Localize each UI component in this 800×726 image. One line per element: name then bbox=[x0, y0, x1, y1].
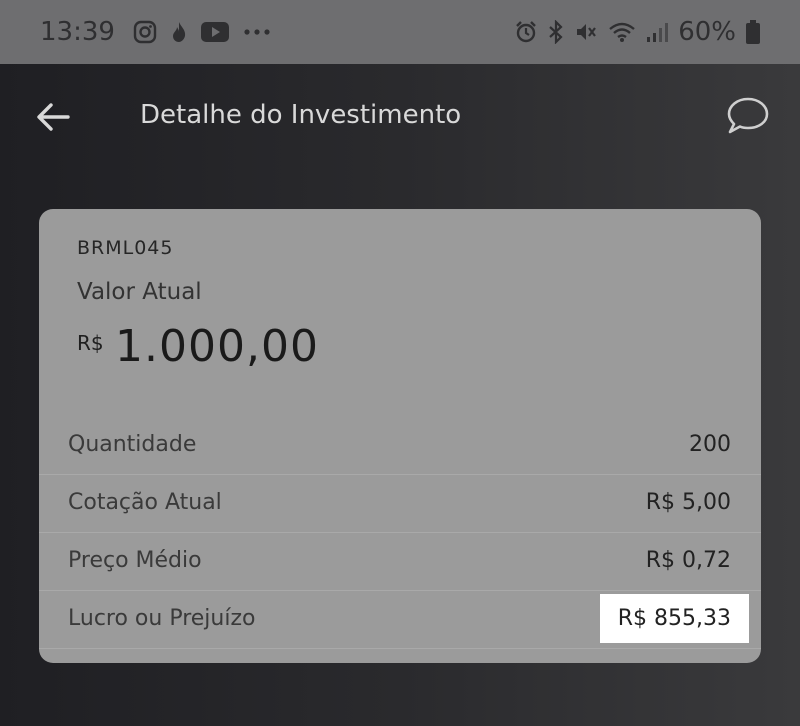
status-bar: 13:39 60% bbox=[0, 0, 800, 64]
bluetooth-icon bbox=[548, 20, 564, 44]
row-value: R$ 5,00 bbox=[645, 490, 731, 515]
status-left-icons bbox=[133, 20, 271, 44]
battery-percent: 60% bbox=[678, 17, 736, 47]
battery-icon bbox=[746, 20, 760, 44]
currency-symbol: R$ bbox=[77, 331, 104, 355]
instagram-icon bbox=[133, 20, 157, 44]
signal-icon bbox=[646, 21, 669, 43]
row-value: 200 bbox=[689, 432, 731, 457]
row-label: Quantidade bbox=[68, 432, 197, 457]
row-quantidade: Quantidade 200 bbox=[39, 417, 761, 475]
chat-bubble-icon bbox=[726, 96, 770, 136]
mute-icon bbox=[574, 20, 598, 44]
arrow-left-icon bbox=[36, 102, 70, 132]
row-lucro-prejuizo: Lucro ou Prejuízo R$ 855,33 bbox=[39, 591, 761, 649]
back-button[interactable] bbox=[30, 94, 76, 140]
profit-loss-value: R$ 855,33 bbox=[599, 594, 749, 643]
youtube-icon bbox=[200, 22, 229, 42]
current-value-label: Valor Atual bbox=[77, 279, 202, 305]
row-label: Preço Médio bbox=[68, 548, 202, 573]
flame-icon bbox=[171, 21, 187, 43]
status-time: 13:39 bbox=[40, 17, 115, 47]
row-value: R$ 0,72 bbox=[645, 548, 731, 573]
current-value: 1.000,00 bbox=[115, 321, 319, 372]
app-bar: Detalhe do Investimento bbox=[0, 64, 800, 174]
wifi-icon bbox=[608, 21, 636, 43]
page-title: Detalhe do Investimento bbox=[140, 100, 462, 130]
row-label: Cotação Atual bbox=[68, 490, 222, 515]
status-right-icons: 60% bbox=[514, 17, 760, 47]
chat-button[interactable] bbox=[722, 90, 774, 142]
alarm-icon bbox=[514, 20, 538, 44]
investment-card: BRML045 Valor Atual R$ 1.000,00 Quantida… bbox=[39, 209, 761, 663]
details-list: Quantidade 200 Cotação Atual R$ 5,00 Pre… bbox=[39, 417, 761, 649]
more-icon bbox=[243, 28, 271, 36]
row-label: Lucro ou Prejuízo bbox=[68, 606, 256, 631]
row-cotacao-atual: Cotação Atual R$ 5,00 bbox=[39, 475, 761, 533]
ticker-code: BRML045 bbox=[77, 237, 174, 259]
row-preco-medio: Preço Médio R$ 0,72 bbox=[39, 533, 761, 591]
